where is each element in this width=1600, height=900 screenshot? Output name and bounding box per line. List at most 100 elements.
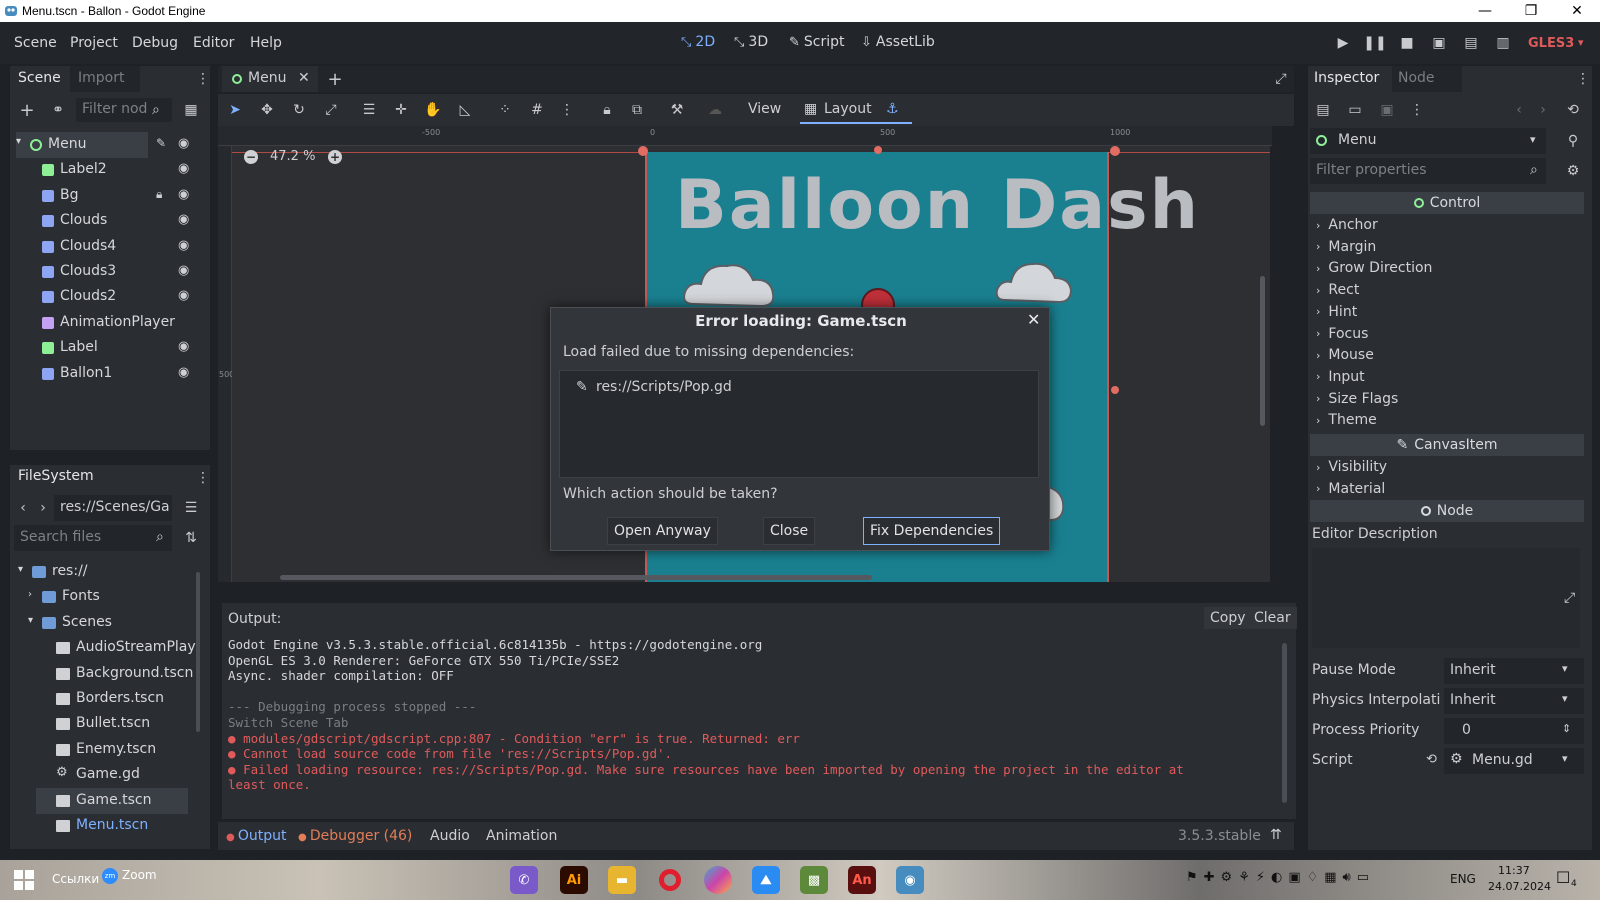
expand-arrow-icon[interactable]: ▾ — [28, 615, 33, 626]
group-icon[interactable]: ⧉ — [626, 99, 648, 121]
vertical-scrollbar[interactable] — [1260, 276, 1265, 426]
tab-audio[interactable]: Audio — [430, 828, 470, 844]
viber-icon[interactable]: ✆ — [510, 866, 538, 894]
scene-tree-row[interactable]: Clouds4 — [16, 234, 196, 260]
clock-date[interactable]: 24.07.2024 — [1488, 880, 1551, 893]
horizontal-scrollbar[interactable] — [280, 575, 872, 580]
revert-icon[interactable]: ⟲ — [1426, 752, 1437, 767]
forward-icon[interactable]: › — [32, 497, 54, 519]
zoom-out-icon[interactable]: − — [244, 150, 258, 164]
scene-tree-row[interactable]: Clouds — [16, 208, 196, 234]
property-group[interactable]: › Input — [1316, 366, 1576, 388]
cloud-icon[interactable]: ☁ — [704, 99, 726, 121]
fix-dependencies-button[interactable]: Fix Dependencies — [863, 517, 1001, 545]
menu-help[interactable]: Help — [250, 35, 282, 51]
play-custom-scene-icon[interactable]: ▤ — [1460, 32, 1482, 54]
property-group[interactable]: › Mouse — [1316, 344, 1576, 366]
visibility-eye-icon[interactable]: ◉ — [178, 136, 189, 151]
workspace-assetlib-button[interactable]: ⇩ AssetLib — [861, 34, 935, 50]
expand-panel-icon[interactable]: ⇈ — [1270, 827, 1282, 843]
smart-snap-icon[interactable]: ⁘ — [494, 99, 516, 121]
property-group[interactable]: › Anchor — [1316, 214, 1576, 236]
path-field[interactable]: res://Scenes/Ga — [54, 495, 172, 521]
ruler-tool-icon[interactable]: ◺ — [454, 99, 476, 121]
visibility-eye-icon[interactable]: ◉ — [178, 288, 189, 303]
output-scrollbar[interactable] — [1282, 643, 1287, 803]
property-dropdown[interactable]: Inherit ▾ — [1444, 688, 1584, 714]
pivot-tool-icon[interactable]: ✛ — [390, 99, 412, 121]
visibility-eye-icon[interactable]: ◉ — [178, 161, 189, 176]
close-window-button[interactable]: ✕ — [1554, 0, 1600, 22]
script-attached-icon[interactable]: ✎ — [156, 136, 166, 150]
property-group[interactable]: › Rect — [1316, 279, 1576, 301]
fs-item[interactable]: › Fonts — [16, 584, 188, 610]
notification-center-icon[interactable]: ☐ — [1556, 868, 1570, 887]
opera-icon[interactable] — [656, 866, 684, 894]
object-properties-icon[interactable]: ⚲ — [1562, 130, 1584, 152]
pan-tool-icon[interactable]: ✋ — [422, 99, 444, 121]
stop-icon[interactable]: ■ — [1396, 32, 1418, 54]
anchor-handle[interactable] — [1111, 386, 1119, 394]
tray-icons[interactable]: ⚑✚⚙⚘⚡◐▣♢▦🔊︎▭ — [1186, 870, 1375, 885]
add-node-icon[interactable]: + — [16, 99, 38, 121]
godot-taskbar-icon[interactable]: ◉ — [896, 866, 924, 894]
animate-icon[interactable]: An — [848, 866, 876, 894]
open-folder-icon[interactable]: ▭ — [1344, 99, 1366, 121]
fs-item[interactable]: Bullet.tscn — [16, 711, 188, 737]
workspace-3d-button[interactable]: ⤡ 3D — [734, 34, 768, 50]
property-group[interactable]: › Focus — [1316, 323, 1576, 345]
open-anyway-button[interactable]: Open Anyway — [607, 517, 718, 545]
scene-tab-menu[interactable]: Menu ✕ — [222, 66, 318, 92]
visibility-eye-icon[interactable]: ◉ — [178, 339, 189, 354]
fs-menu-icon[interactable]: ⋮ — [192, 467, 214, 489]
layout-menu[interactable]: ▦ Layout ⚓ — [800, 96, 912, 124]
sort-icon[interactable]: ⇅ — [180, 527, 202, 549]
visibility-eye-icon[interactable]: ◉ — [178, 263, 189, 278]
history-forward-icon[interactable]: › — [1532, 99, 1554, 121]
bone-icon[interactable]: ⚒ — [666, 99, 688, 121]
workspace-script-button[interactable]: ✎ Script — [789, 34, 845, 50]
move-tool-icon[interactable]: ✥ — [256, 99, 278, 121]
minimize-button[interactable]: — — [1462, 0, 1508, 22]
tab-animation[interactable]: Animation — [486, 828, 557, 844]
filesystem-title[interactable]: FileSystem — [18, 468, 94, 484]
dialog-close-icon[interactable]: ✕ — [1027, 310, 1040, 329]
tab-import[interactable]: Import — [70, 66, 140, 92]
anchor-handle[interactable] — [1110, 146, 1120, 156]
scene-tree-row[interactable]: Bg — [16, 183, 196, 209]
scale-tool-icon[interactable]: ⤢ — [320, 99, 342, 121]
illustrator-icon[interactable]: Ai — [560, 866, 588, 894]
workspace-2d-button[interactable]: ⤡ 2D — [681, 34, 715, 50]
visibility-eye-icon[interactable]: ◉ — [178, 365, 189, 380]
split-view-icon[interactable]: ☰ — [180, 497, 202, 519]
scene-tree-row[interactable]: Clouds3 — [16, 259, 196, 285]
tab-inspector[interactable]: Inspector — [1308, 66, 1392, 92]
lock-icon[interactable]: 🔒︎ — [596, 99, 618, 121]
script-picker[interactable]: ⟲ ⚙ Menu.gd ▾ — [1426, 748, 1584, 774]
view-menu[interactable]: View — [748, 101, 781, 117]
resource-menu-icon[interactable]: ⋮ — [1406, 99, 1428, 121]
search-files-input[interactable]: Search files ⌕ — [14, 525, 172, 551]
expand-arrow-icon[interactable]: ▾ — [16, 136, 21, 147]
fs-item[interactable]: ⚙ Game.gd — [16, 762, 188, 788]
anchor-handle[interactable] — [638, 146, 648, 156]
visibility-eye-icon[interactable]: ◉ — [178, 212, 189, 227]
taskbar-links[interactable]: Ссылки — [52, 872, 99, 886]
scene-tree-row[interactable]: Label — [16, 335, 196, 361]
pause-icon[interactable]: ❚❚ — [1363, 32, 1386, 54]
fs-item[interactable]: Game.tscn — [36, 787, 188, 814]
instance-scene-icon[interactable]: ▦ — [180, 99, 202, 121]
menu-debug[interactable]: Debug — [132, 35, 178, 51]
paint-app-icon[interactable] — [704, 866, 732, 894]
scene-tree-row[interactable]: Clouds2 — [16, 284, 196, 310]
close-button[interactable]: Close — [763, 517, 816, 545]
tab-debugger[interactable]: ● Debugger (46) — [298, 828, 412, 844]
section-canvas-item[interactable]: ✎ CanvasItem — [1310, 434, 1584, 456]
visibility-eye-icon[interactable]: ◉ — [178, 187, 189, 202]
fs-item[interactable]: Menu.tscn — [16, 813, 188, 839]
play-scene-icon[interactable]: ▣ — [1428, 32, 1450, 54]
photos-icon[interactable]: ⛰ — [752, 866, 780, 894]
property-group[interactable]: › Size Flags — [1316, 388, 1576, 410]
section-node[interactable]: Node — [1310, 500, 1584, 522]
list-select-icon[interactable]: ☰ — [358, 99, 380, 121]
